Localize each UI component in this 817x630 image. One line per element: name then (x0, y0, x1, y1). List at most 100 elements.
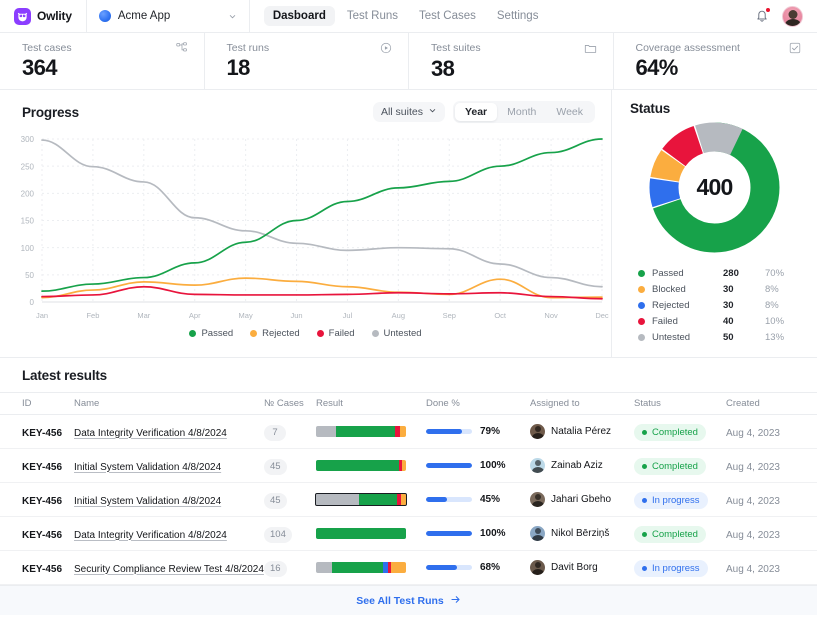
cell-done: 45% (426, 483, 530, 517)
done-percent: 45% (480, 494, 500, 505)
col-status[interactable]: Status (634, 393, 726, 415)
range-year[interactable]: Year (455, 103, 497, 121)
legend-item-failed[interactable]: Failed (317, 328, 355, 339)
result-distribution-bar[interactable] (316, 460, 406, 471)
workspace-switcher[interactable]: Acme App (86, 0, 250, 32)
done-percent: 100% (480, 528, 506, 539)
result-segment[interactable] (316, 528, 406, 539)
table-row[interactable]: KEY-456Security Compliance Review Test 4… (0, 551, 817, 585)
result-segment[interactable] (316, 494, 359, 505)
done-progress-track (426, 531, 472, 536)
run-name-link[interactable]: Initial System Validation 4/8/2024 (74, 496, 221, 507)
col-done[interactable]: Done % (426, 393, 530, 415)
done-progress-fill (426, 531, 472, 536)
cell-status: Completed (634, 517, 726, 551)
nav-item-dashboard[interactable]: Dasboard (264, 6, 335, 26)
result-segment[interactable] (401, 494, 406, 505)
brand-logo[interactable]: Owlity (0, 0, 86, 32)
col-cases[interactable]: № Cases (264, 393, 316, 415)
result-segment[interactable] (391, 562, 406, 573)
status-legend-count: 30 (723, 300, 765, 311)
cell-cases: 16 (264, 551, 316, 585)
result-segment[interactable] (316, 460, 399, 471)
run-name-link[interactable]: Data Integrity Verification 4/8/2024 (74, 428, 227, 439)
col-assigned[interactable]: Assigned to (530, 393, 634, 415)
status-legend-row[interactable]: Rejected 30 8% (638, 297, 799, 313)
cell-id: KEY-456 (0, 449, 74, 483)
cell-name: Initial System Validation 4/8/2024 (74, 483, 264, 517)
suite-filter-dropdown[interactable]: All suites (373, 102, 445, 122)
run-name-link[interactable]: Security Compliance Review Test 4/8/2024 (74, 564, 264, 575)
status-legend-name: Untested (652, 332, 723, 343)
cell-done: 100% (426, 449, 530, 483)
line-chart-legend: Passed Rejected Failed Untested (0, 328, 611, 339)
run-name-link[interactable]: Initial System Validation 4/8/2024 (74, 462, 221, 473)
notifications-button[interactable] (754, 8, 770, 24)
result-distribution-bar[interactable] (316, 562, 406, 573)
cell-result (316, 415, 426, 449)
result-segment[interactable] (316, 562, 332, 573)
result-distribution-bar[interactable] (316, 528, 406, 539)
line-chart: 050100150200250300JanFebMarAprMayJunJulA… (0, 131, 611, 326)
result-segment[interactable] (332, 562, 382, 573)
status-legend-count: 40 (723, 316, 765, 327)
svg-text:May: May (239, 311, 253, 320)
status-badge: In progress (634, 560, 708, 577)
legend-item-rejected[interactable]: Rejected (250, 328, 300, 339)
svg-text:Jul: Jul (343, 311, 353, 320)
result-distribution-bar[interactable] (316, 494, 406, 505)
dashboard-page: Owlity Acme App Dasboard Test Runs Test … (0, 0, 817, 630)
status-badge-label: Completed (652, 427, 698, 438)
range-week[interactable]: Week (546, 103, 593, 121)
charts-row: Progress All suites Year Month Week (0, 90, 817, 358)
stat-card-test-suites[interactable]: Test suites 38 (408, 33, 613, 89)
result-segment[interactable] (316, 426, 336, 437)
status-legend-row[interactable]: Failed 40 10% (638, 313, 799, 329)
status-legend: Passed 280 70% Blocked 30 8% Rejected 30… (638, 265, 799, 345)
result-segment[interactable] (336, 426, 395, 437)
col-name[interactable]: Name (74, 393, 264, 415)
cell-created: Aug 4, 2023 (726, 551, 817, 585)
cell-result (316, 449, 426, 483)
donut-total: 400 (649, 122, 780, 253)
assignee-name: Nikol Bērziņš (551, 528, 609, 539)
result-segment[interactable] (359, 494, 397, 505)
status-title: Status (630, 101, 799, 116)
result-distribution-bar[interactable] (316, 426, 406, 437)
cell-name: Initial System Validation 4/8/2024 (74, 449, 264, 483)
cell-name: Data Integrity Verification 4/8/2024 (74, 517, 264, 551)
stat-card-test-cases[interactable]: Test cases 364 (0, 33, 204, 89)
stat-card-coverage-assessment[interactable]: Coverage assessment 64% (613, 33, 817, 89)
table-row[interactable]: KEY-456Initial System Validation 4/8/202… (0, 449, 817, 483)
stat-label: Coverage assessment (636, 42, 740, 54)
nav-item-test-cases[interactable]: Test Cases (410, 6, 485, 26)
owl-logo-icon (14, 8, 31, 25)
assignee-avatar (530, 424, 545, 439)
user-avatar[interactable] (782, 6, 803, 27)
done-progress-fill (426, 463, 472, 468)
nav-item-settings[interactable]: Settings (488, 6, 548, 26)
table-row[interactable]: KEY-456Initial System Validation 4/8/202… (0, 483, 817, 517)
table-row[interactable]: KEY-456Data Integrity Verification 4/8/2… (0, 517, 817, 551)
col-result[interactable]: Result (316, 393, 426, 415)
status-legend-pct: 8% (765, 284, 799, 295)
stat-card-test-runs[interactable]: Test runs 18 (204, 33, 409, 89)
nav-item-test-runs[interactable]: Test Runs (338, 6, 407, 26)
status-legend-row[interactable]: Passed 280 70% (638, 265, 799, 281)
cell-id: KEY-456 (0, 517, 74, 551)
result-segment[interactable] (402, 460, 406, 471)
status-legend-row[interactable]: Untested 50 13% (638, 329, 799, 345)
legend-item-untested[interactable]: Untested (372, 328, 422, 339)
see-all-test-runs-link[interactable]: See All Test Runs (356, 594, 461, 608)
col-id[interactable]: ID (0, 393, 74, 415)
table-row[interactable]: KEY-456Data Integrity Verification 4/8/2… (0, 415, 817, 449)
status-legend-row[interactable]: Blocked 30 8% (638, 281, 799, 297)
assignee-avatar (530, 560, 545, 575)
col-created[interactable]: Created (726, 393, 817, 415)
svg-text:100: 100 (21, 244, 35, 253)
assignee-avatar (530, 526, 545, 541)
legend-item-passed[interactable]: Passed (189, 328, 233, 339)
run-name-link[interactable]: Data Integrity Verification 4/8/2024 (74, 530, 227, 541)
result-segment[interactable] (400, 426, 406, 437)
range-month[interactable]: Month (497, 103, 546, 121)
